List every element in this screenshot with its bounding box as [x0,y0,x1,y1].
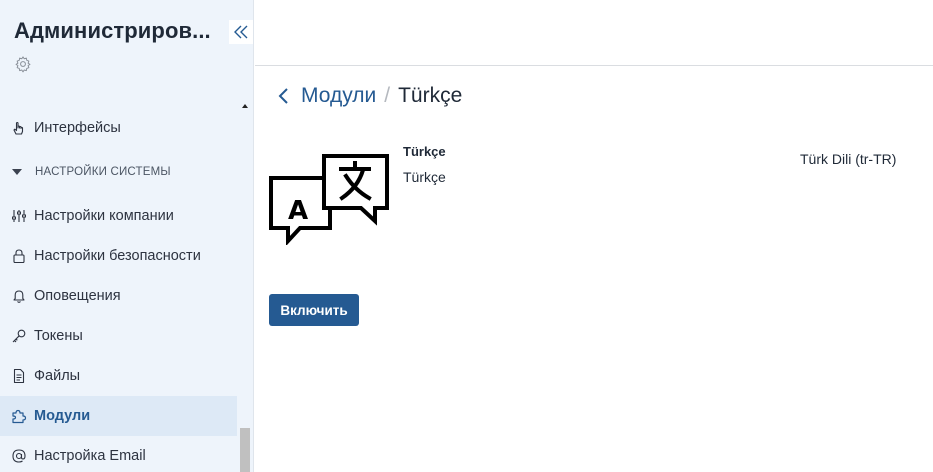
back-chevron-icon[interactable] [276,85,294,107]
module-description: Türkçe [403,169,446,185]
sidebar-item-label: Настройка Email [34,448,146,464]
breadcrumb: Модули / Türkçe [276,82,462,110]
module-locale: Türk Dili (tr-TR) [800,151,897,167]
sidebar-title: Администриров... [14,18,211,43]
collapse-sidebar-button[interactable] [229,20,253,44]
sidebar-item-notifications[interactable]: Оповещения [0,276,237,316]
sidebar-item-email-settings[interactable]: Настройка Email [0,436,237,472]
sidebar-scrollbar[interactable] [238,100,252,472]
puzzle-icon [10,407,28,425]
sidebar-item-label: Настройки компании [34,208,174,224]
bell-icon [10,287,28,305]
enable-button[interactable]: Включить [269,294,359,326]
breadcrumb-link-modules[interactable]: Модули [301,84,376,108]
scroll-up-arrow-icon[interactable] [242,104,248,108]
sidebar-item-files[interactable]: Файлы [0,356,237,396]
module-name: Türkçe [403,144,446,159]
top-bar [255,0,933,66]
sidebar-item-label: Модули [34,408,91,424]
breadcrumb-separator: / [384,84,391,107]
file-icon [10,367,28,385]
lock-icon [10,247,28,265]
page-title: Türkçe [398,84,463,107]
hand-pointer-icon [10,119,28,137]
sidebar-item-interfaces[interactable]: Интерфейсы [0,108,237,148]
sidebar-item-modules[interactable]: Модули [0,396,237,436]
sidebar-item-label: Интерфейсы [34,120,121,136]
sidebar-item-label: Файлы [34,368,81,384]
translate-icon: A [269,154,389,245]
sidebar-item-label: Оповещения [34,288,121,304]
section-label: НАСТРОЙКИ СИСТЕМЫ [35,166,171,178]
gear-icon[interactable] [14,55,32,73]
sidebar-item-tokens[interactable]: Токены [0,316,237,356]
caret-down-icon [12,169,22,175]
section-system-settings[interactable]: НАСТРОЙКИ СИСТЕМЫ [0,148,237,196]
svg-text:A: A [288,196,308,226]
at-sign-icon [10,447,28,465]
sliders-icon [10,207,28,225]
sidebar-nav: Интерфейсы НАСТРОЙКИ СИСТЕМЫ Настройки к… [0,108,237,472]
sidebar-item-label: Настройки безопасности [34,248,201,264]
sidebar: Администриров... Интерфейсы НАСТРОЙКИ СИ… [0,0,254,472]
sidebar-item-security-settings[interactable]: Настройки безопасности [0,236,237,276]
scrollbar-thumb[interactable] [240,428,250,472]
sidebar-item-label: Токены [34,328,83,344]
key-icon [10,327,28,345]
sidebar-item-company-settings[interactable]: Настройки компании [0,196,237,236]
double-chevron-left-icon [234,25,248,39]
